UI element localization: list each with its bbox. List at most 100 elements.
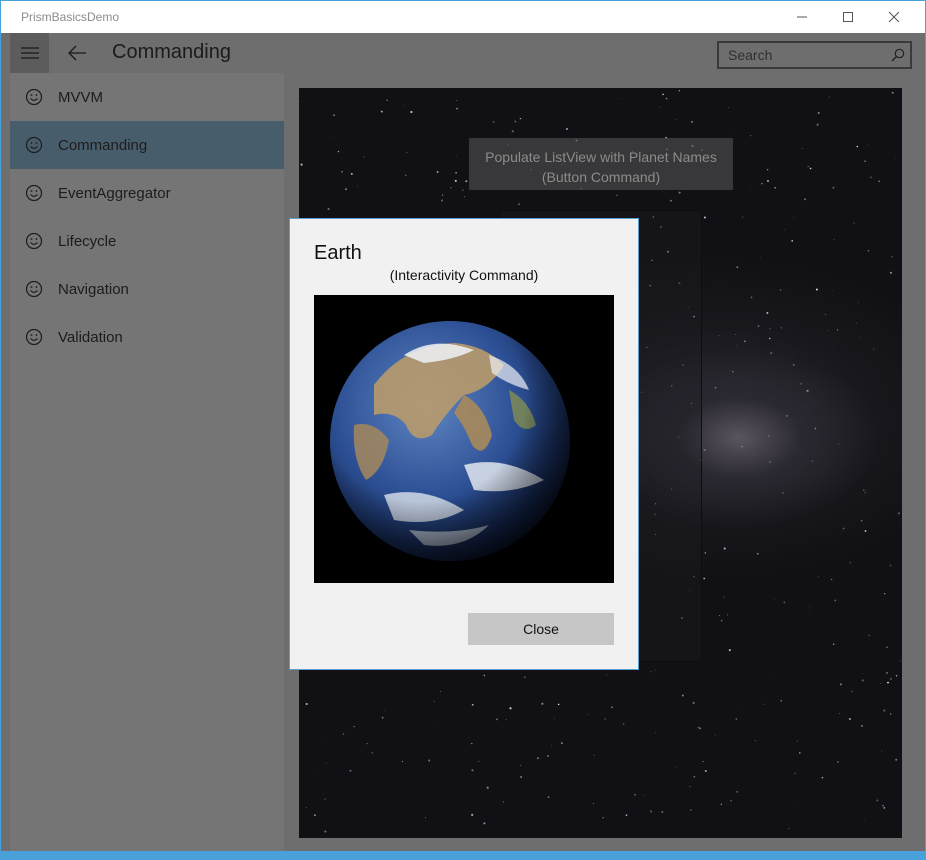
star: [699, 727, 701, 730]
star: [650, 810, 653, 813]
populate-listview-button[interactable]: Populate ListView with Planet Names (But…: [469, 138, 733, 190]
smiley-icon: [10, 121, 58, 169]
star: [353, 726, 355, 728]
star: [807, 165, 809, 168]
nav-item-lifecycle[interactable]: Lifecycle: [10, 217, 284, 265]
star: [816, 123, 819, 126]
star: [702, 761, 704, 763]
star: [832, 643, 835, 645]
star: [520, 775, 523, 779]
star: [557, 703, 560, 706]
star: [782, 492, 784, 494]
star: [655, 732, 657, 734]
star: [301, 100, 303, 102]
star: [878, 180, 880, 183]
nav-item-validation[interactable]: Validation: [10, 313, 284, 361]
star: [763, 703, 766, 706]
star: [897, 512, 900, 515]
maximize-icon: [843, 12, 853, 22]
star: [380, 110, 383, 113]
star: [518, 203, 520, 205]
star: [681, 694, 684, 697]
nav-item-commanding[interactable]: Commanding: [10, 121, 284, 169]
star: [757, 325, 760, 327]
star: [678, 89, 681, 92]
star: [322, 742, 323, 744]
star: [661, 811, 664, 814]
star: [891, 256, 893, 258]
star: [860, 336, 861, 338]
star: [759, 256, 761, 258]
title-bar: PrismBasicsDemo: [1, 1, 925, 33]
maximize-button[interactable]: [825, 1, 871, 33]
star: [325, 762, 327, 764]
search-button[interactable]: [888, 45, 908, 65]
star: [692, 701, 695, 705]
star: [858, 302, 860, 304]
star: [327, 207, 330, 211]
star: [384, 709, 386, 711]
star: [864, 160, 866, 162]
star: [436, 725, 438, 727]
star: [483, 822, 486, 825]
star: [809, 606, 810, 608]
star: [350, 172, 353, 175]
search-box[interactable]: [717, 41, 912, 69]
nav-item-eventaggregator[interactable]: EventAggregator: [10, 169, 284, 217]
star: [723, 596, 725, 598]
star: [471, 769, 474, 772]
star: [675, 119, 677, 121]
back-arrow-icon: [68, 45, 86, 61]
star: [505, 719, 507, 721]
star: [428, 759, 431, 762]
navigation-pane: MVVM Commanding EventAggregator Lifecycl…: [10, 73, 284, 851]
star: [465, 180, 468, 183]
star: [792, 217, 794, 218]
star: [401, 761, 403, 763]
star: [741, 445, 743, 448]
back-button[interactable]: [61, 39, 93, 67]
star: [611, 706, 613, 709]
star: [809, 612, 810, 614]
star: [900, 660, 902, 662]
star: [798, 752, 801, 754]
star: [406, 151, 408, 153]
smiley-icon: [10, 217, 58, 265]
nav-item-label: MVVM: [58, 88, 103, 106]
search-input[interactable]: [719, 43, 884, 67]
star: [455, 99, 457, 102]
hamburger-button[interactable]: [10, 33, 49, 73]
star: [720, 620, 723, 622]
star: [824, 313, 827, 316]
close-window-button[interactable]: [871, 1, 917, 33]
star: [665, 97, 668, 100]
star: [324, 830, 327, 833]
close-dialog-button[interactable]: Close: [468, 613, 614, 645]
star: [750, 296, 753, 299]
star: [834, 599, 837, 602]
star: [509, 707, 512, 710]
star: [654, 669, 656, 671]
star: [833, 239, 835, 240]
star: [519, 764, 522, 767]
populate-button-line2: (Button Command): [541, 168, 661, 185]
star: [433, 700, 435, 703]
star: [643, 794, 645, 796]
star: [761, 182, 763, 185]
star: [769, 461, 771, 463]
minimize-button[interactable]: [779, 1, 825, 33]
star: [732, 371, 734, 373]
star: [884, 593, 886, 595]
star: [492, 121, 495, 123]
nav-item-navigation[interactable]: Navigation: [10, 265, 284, 313]
star: [403, 105, 404, 106]
star: [741, 707, 742, 708]
star: [836, 329, 839, 331]
star: [592, 803, 594, 805]
star: [780, 700, 782, 702]
star: [486, 786, 489, 789]
star: [735, 130, 737, 132]
star: [848, 717, 851, 721]
star: [726, 614, 728, 616]
nav-item-mvvm[interactable]: MVVM: [10, 73, 284, 121]
